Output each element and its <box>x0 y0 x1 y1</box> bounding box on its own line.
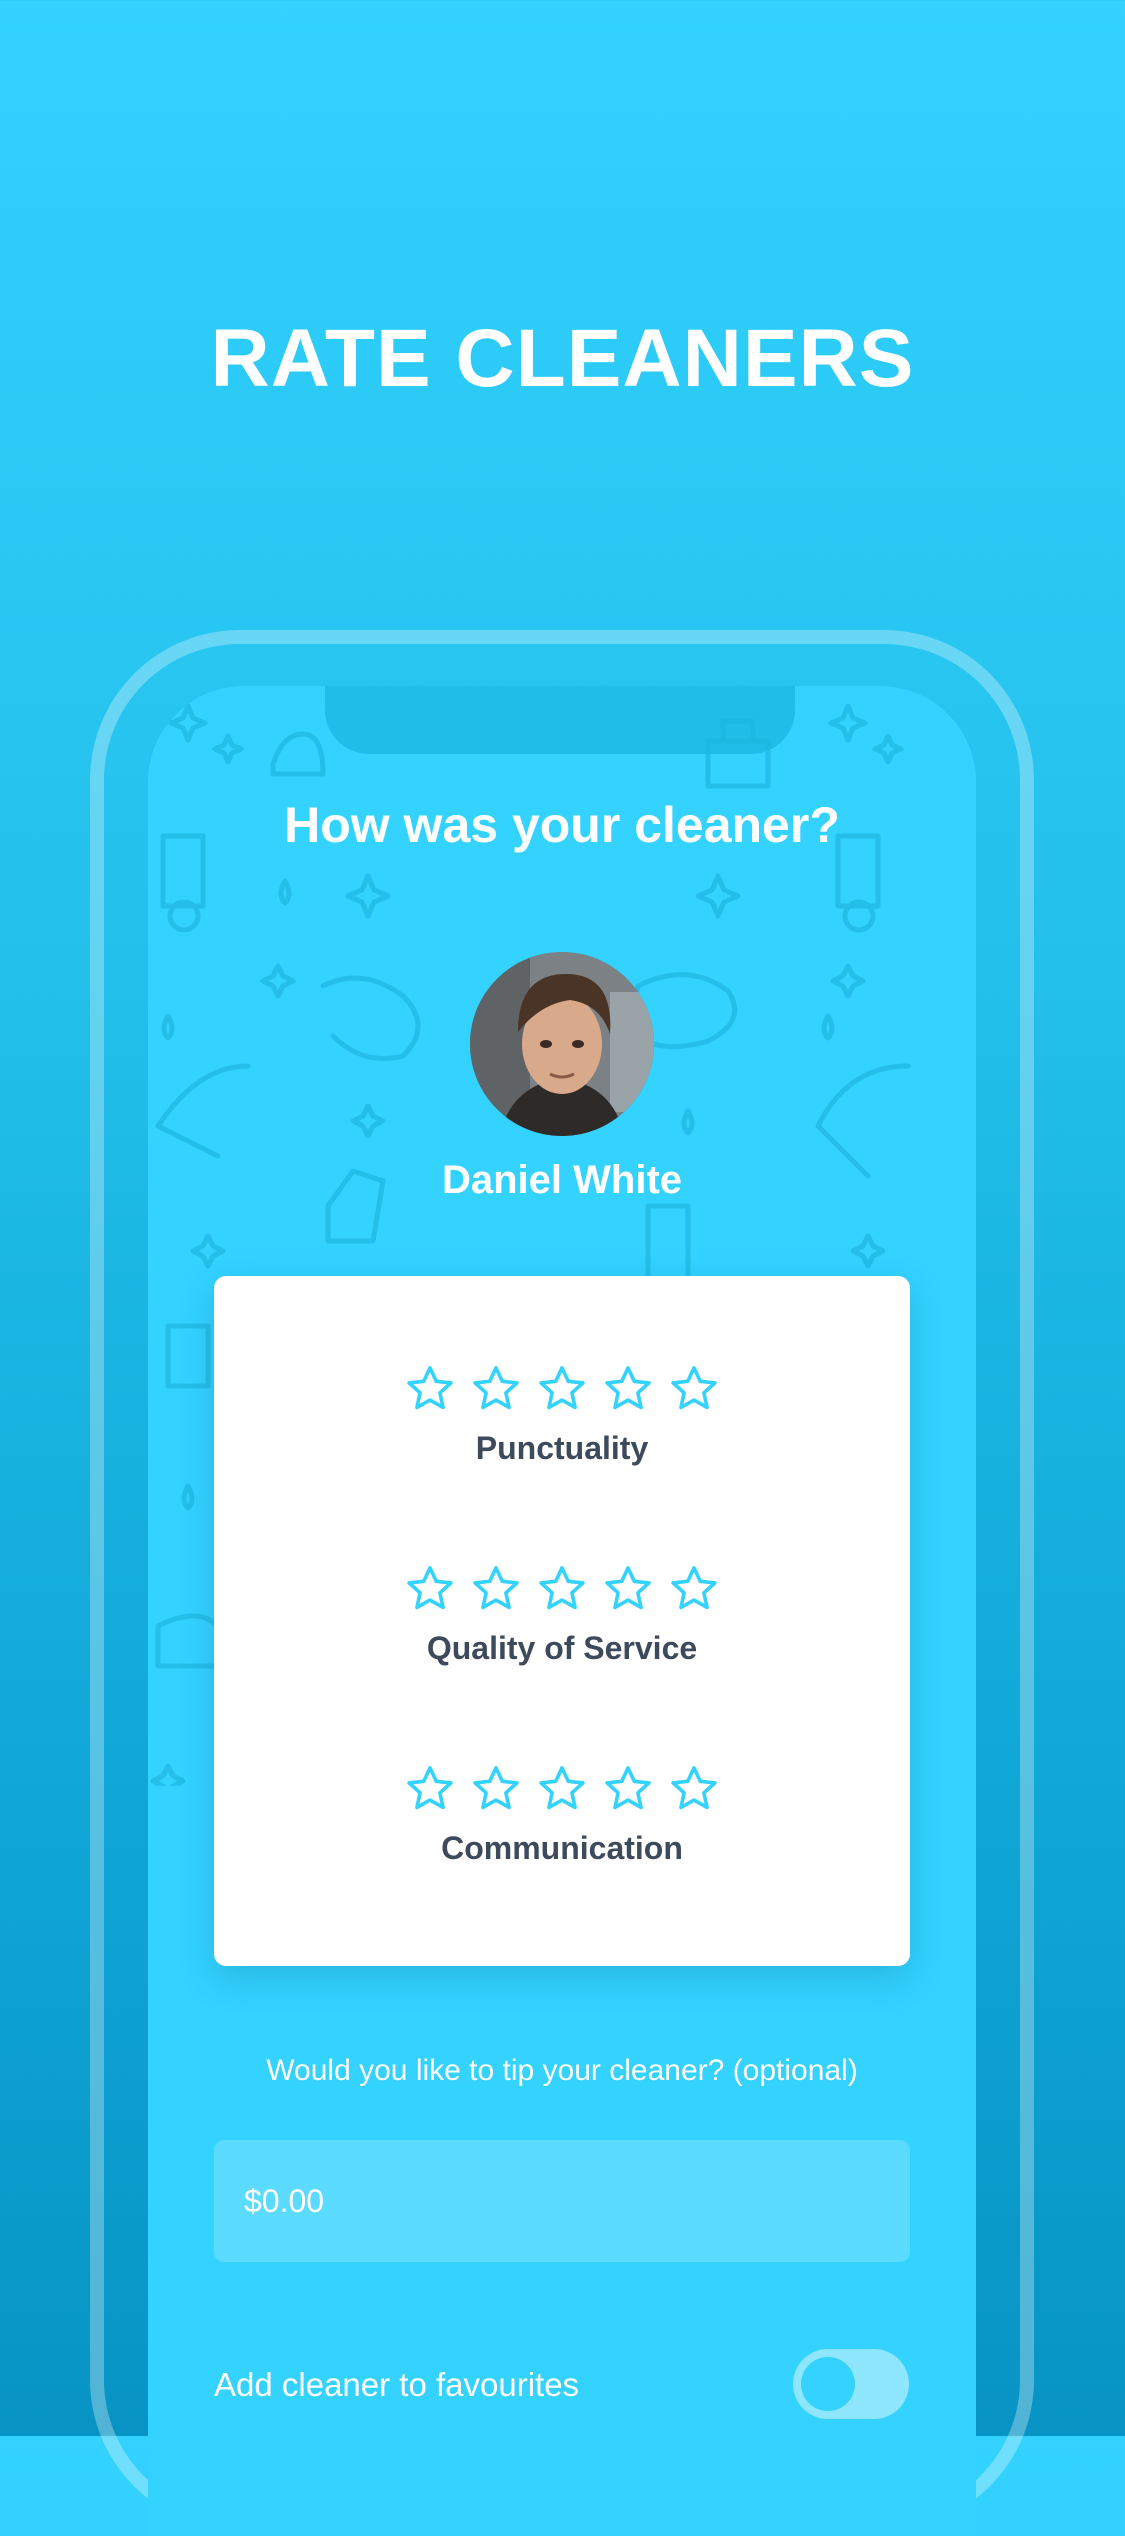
star-outline-icon[interactable] <box>469 1562 523 1616</box>
rating-label: Communication <box>441 1830 683 1866</box>
star-outline-icon[interactable] <box>667 1762 721 1816</box>
phone-screen: How was your cleaner? Daniel White Punct… <box>148 686 976 2536</box>
cleaner-avatar <box>470 952 654 1136</box>
star-outline-icon[interactable] <box>403 1362 457 1416</box>
star-outline-icon[interactable] <box>403 1762 457 1816</box>
rating-quality-of-service: Quality of Service <box>214 1562 910 1667</box>
star-rating-quality-of-service <box>214 1562 910 1616</box>
star-outline-icon[interactable] <box>535 1762 589 1816</box>
cleaner-name: Daniel White <box>441 1158 683 1202</box>
star-outline-icon[interactable] <box>601 1762 655 1816</box>
rating-card: Punctuality Quality of Service Communica… <box>214 1276 910 1966</box>
favourite-label: Add cleaner to favourites <box>214 2366 580 2403</box>
star-rating-punctuality <box>214 1362 910 1416</box>
star-outline-icon[interactable] <box>535 1562 589 1616</box>
tip-question: Would you like to tip your cleaner? (opt… <box>266 2054 858 2087</box>
rating-communication: Communication <box>214 1762 910 1867</box>
marketing-headline: RATE CLEANERS <box>210 313 915 404</box>
rating-punctuality: Punctuality <box>214 1362 910 1467</box>
rating-label: Quality of Service <box>426 1630 698 1666</box>
star-outline-icon[interactable] <box>601 1362 655 1416</box>
star-outline-icon[interactable] <box>601 1562 655 1616</box>
star-outline-icon[interactable] <box>469 1762 523 1816</box>
star-outline-icon[interactable] <box>667 1362 721 1416</box>
avatar-photo <box>470 952 654 1136</box>
star-outline-icon[interactable] <box>667 1562 721 1616</box>
toggle-knob <box>801 2357 855 2411</box>
star-rating-communication <box>214 1762 910 1816</box>
tip-amount-input[interactable] <box>214 2140 910 2262</box>
star-outline-icon[interactable] <box>535 1362 589 1416</box>
star-outline-icon[interactable] <box>403 1562 457 1616</box>
star-outline-icon[interactable] <box>469 1362 523 1416</box>
rating-label: Punctuality <box>475 1430 649 1466</box>
favourite-toggle[interactable] <box>793 2349 909 2419</box>
screen-title: How was your cleaner? <box>284 797 840 853</box>
phone-side-button-left <box>90 830 104 2330</box>
